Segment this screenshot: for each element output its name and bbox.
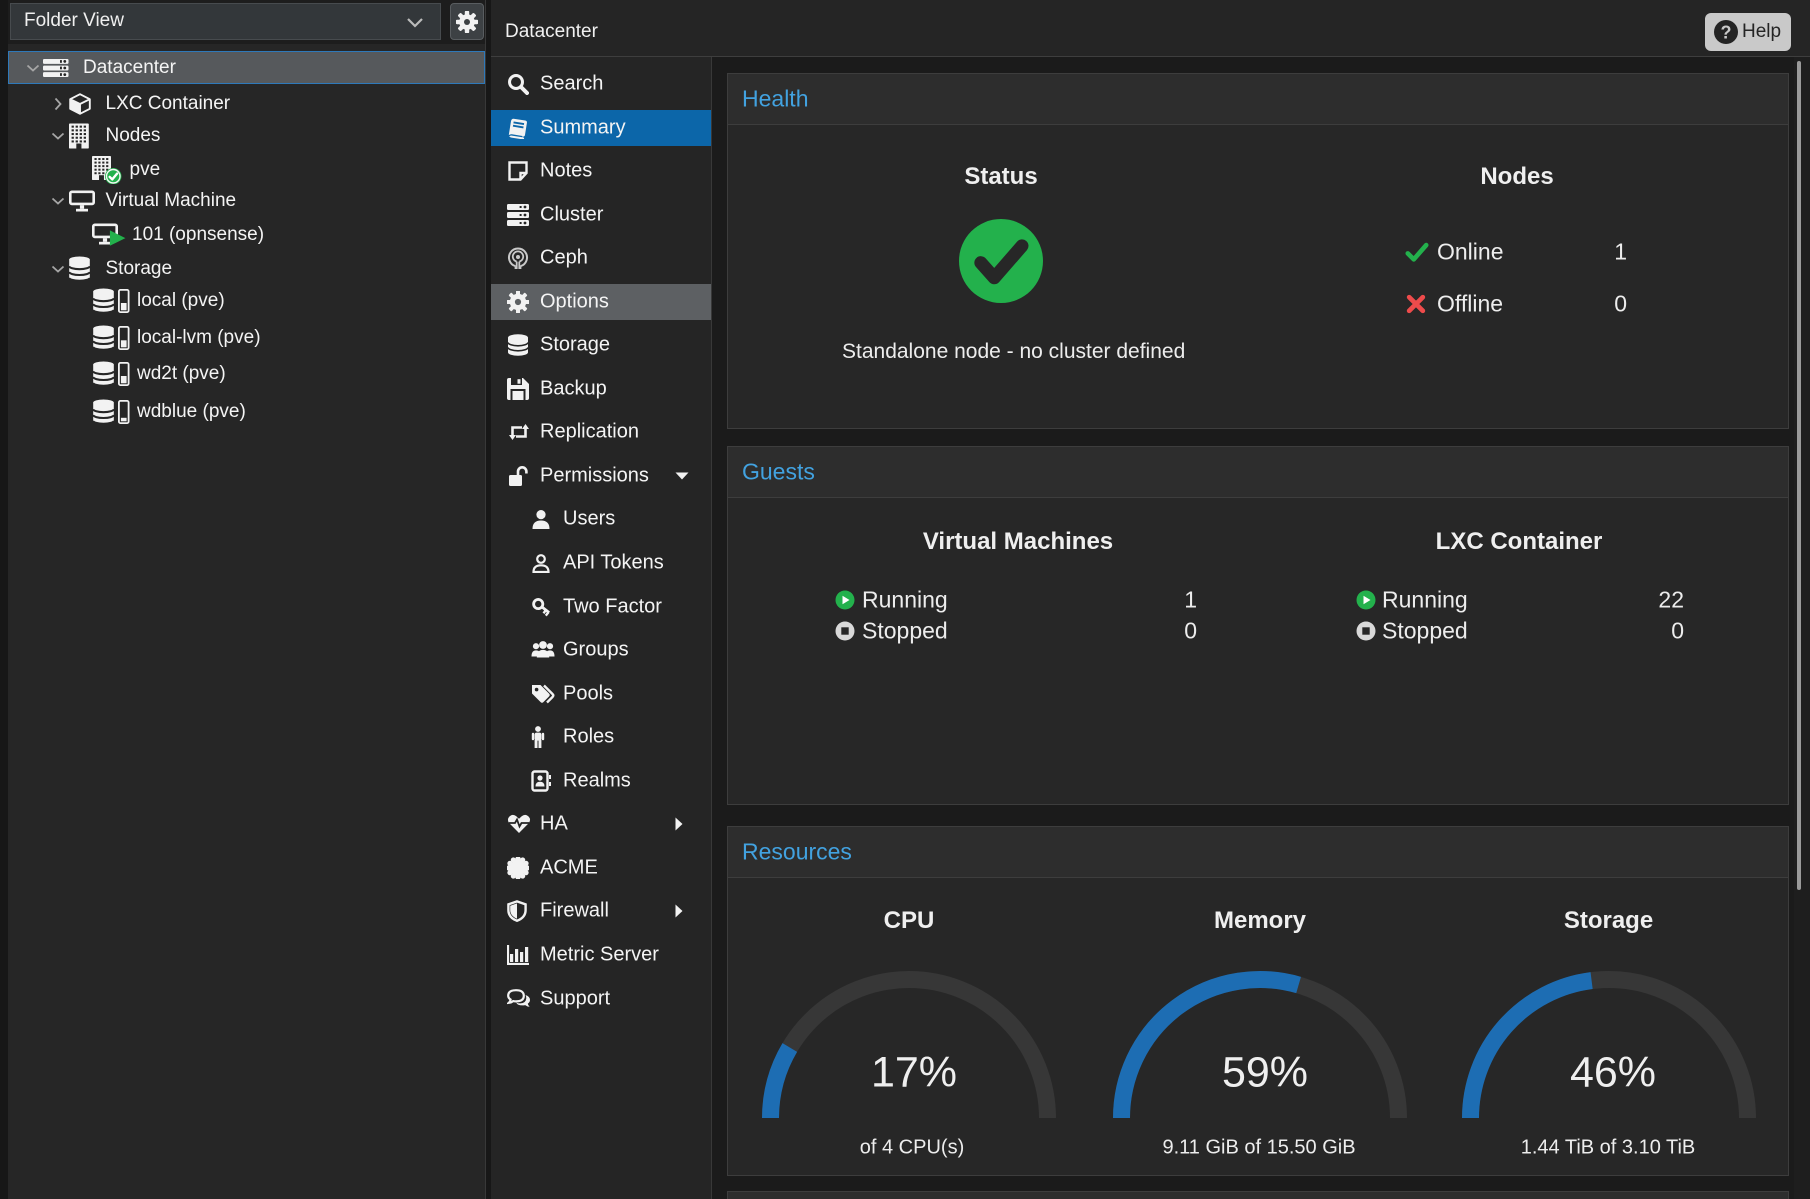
svg-text:?: ? bbox=[1721, 23, 1732, 43]
